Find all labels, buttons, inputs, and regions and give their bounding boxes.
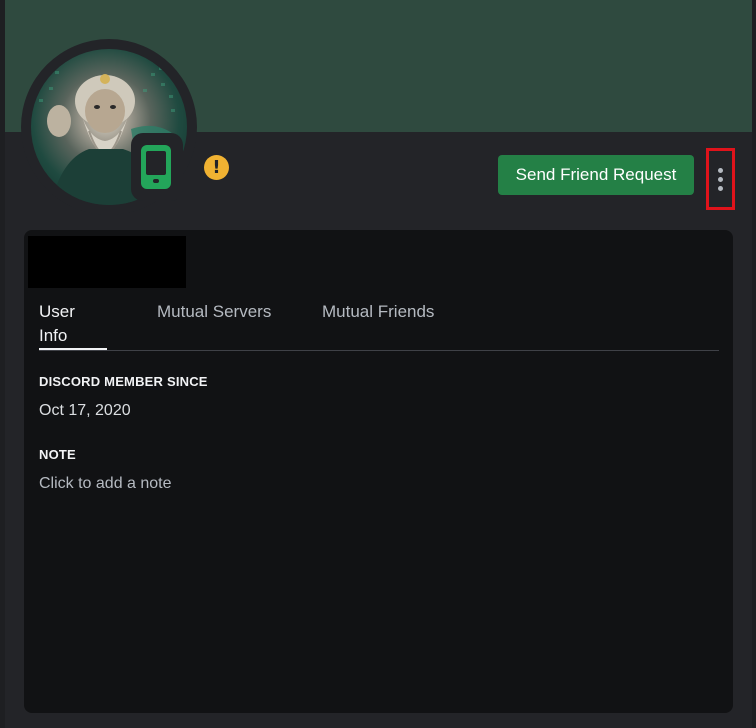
more-dot <box>718 185 723 191</box>
profile-tabs: User Info Mutual Servers Mutual Friends <box>39 300 719 351</box>
tab-mutual-servers[interactable]: Mutual Servers <box>157 300 273 350</box>
tab-mutual-friends[interactable]: Mutual Friends <box>322 300 438 350</box>
background-edge-right <box>752 0 756 728</box>
mobile-status-badge <box>131 133 183 201</box>
tab-user-info[interactable]: User Info <box>39 300 107 350</box>
more-dot <box>718 176 723 182</box>
warning-icon[interactable]: ! <box>204 155 229 180</box>
note-heading: NOTE <box>39 447 76 462</box>
send-friend-request-button[interactable]: Send Friend Request <box>498 155 694 195</box>
note-input[interactable]: Click to add a note <box>39 475 172 493</box>
redacted-username <box>28 236 186 288</box>
user-profile-modal: ! Send Friend Request User Info Mutual S… <box>5 0 752 728</box>
more-dots-icon <box>718 167 723 173</box>
mobile-phone-icon <box>141 145 171 189</box>
profile-body-panel: User Info Mutual Servers Mutual Friends … <box>24 230 733 713</box>
member-since-heading: DISCORD MEMBER SINCE <box>39 374 208 389</box>
more-options-button[interactable] <box>706 148 735 210</box>
member-since-date: Oct 17, 2020 <box>39 402 131 419</box>
